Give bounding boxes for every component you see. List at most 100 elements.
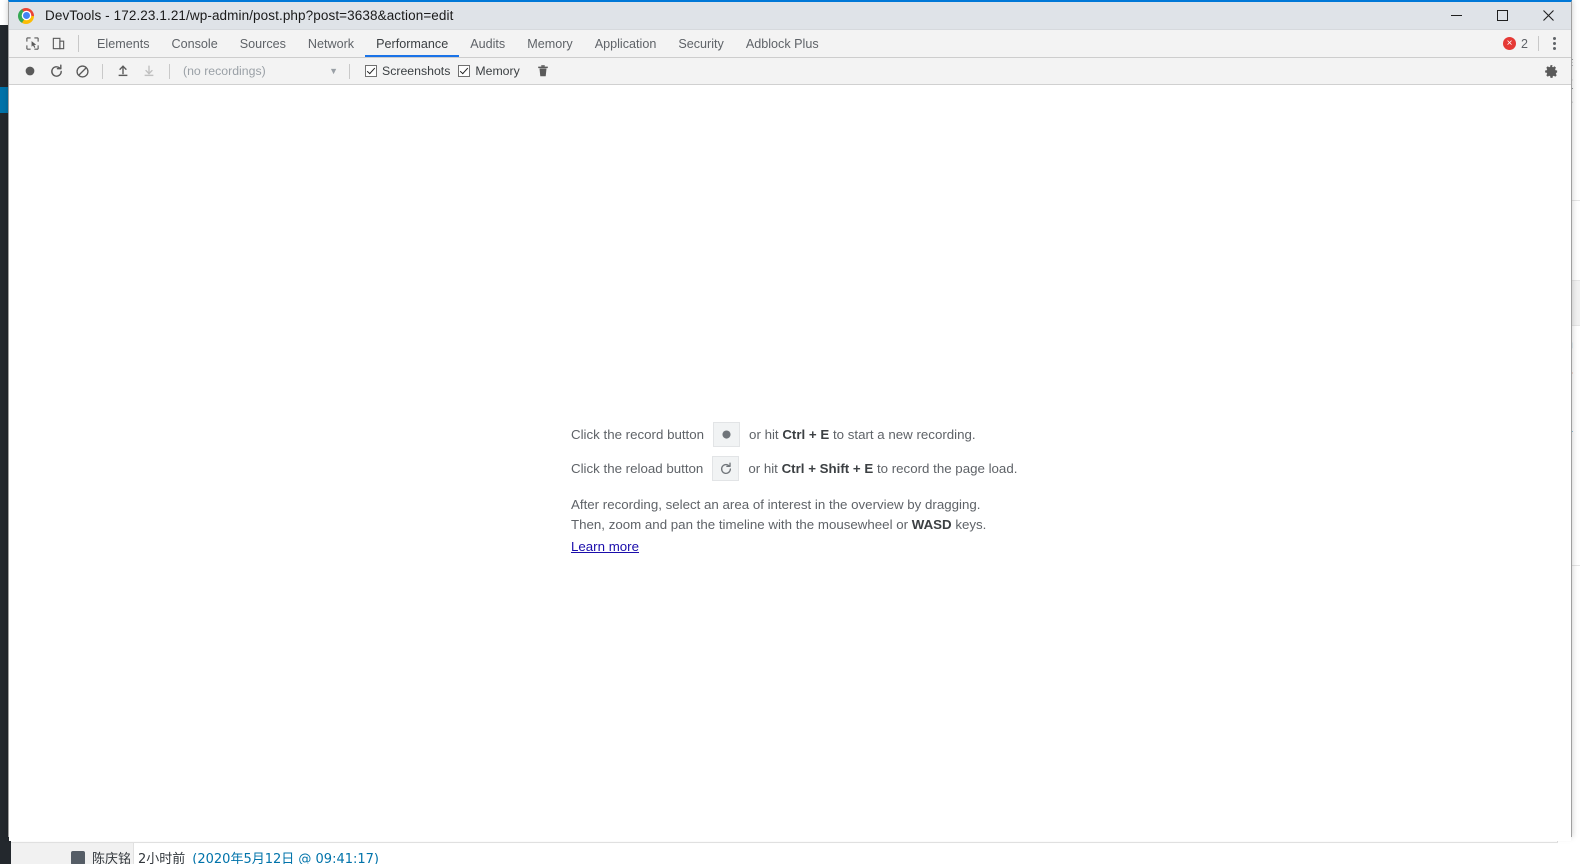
chevron-down-icon: ▼ [329, 66, 338, 76]
maximize-button[interactable] [1479, 2, 1525, 29]
tab-label: Sources [239, 36, 286, 51]
tab-label: Performance [376, 36, 449, 51]
checkbox-box [458, 65, 471, 77]
inline-record-button[interactable] [713, 422, 741, 447]
reload-instruction-suffix: to record the page load. [876, 461, 1018, 476]
minimize-button[interactable] [1433, 2, 1479, 29]
tab-console[interactable]: Console [161, 30, 229, 57]
reload-record-icon [50, 64, 62, 77]
tab-label: Security [678, 36, 724, 51]
divider [102, 63, 103, 79]
gear-icon [1544, 64, 1557, 78]
paragraph-line-2-post: keys. [955, 516, 987, 532]
error-circle-icon: × [1503, 37, 1517, 50]
dot [1552, 47, 1556, 50]
record-instruction-prefix: Click the record button [571, 427, 705, 442]
tab-label: Adblock Plus [745, 36, 819, 51]
learn-more-link[interactable]: Learn more [571, 537, 639, 557]
shortcut-key-ctrl: Ctrl [781, 461, 805, 476]
record-instruction-mid: or hit [749, 427, 779, 442]
record-circle-icon [722, 430, 731, 439]
tab-elements[interactable]: Elements [86, 30, 161, 57]
memory-label: Memory [475, 64, 520, 78]
tab-label: Audits [470, 36, 506, 51]
shortcut-key-ctrl: Ctrl [782, 427, 806, 442]
tab-network[interactable]: Network [297, 30, 365, 57]
tab-audits[interactable]: Audits [459, 30, 516, 57]
maximize-icon [1496, 10, 1508, 21]
record-instruction-row: Click the record button or hit Ctrl + E … [571, 422, 1041, 447]
shortcut-plus: + [808, 427, 817, 442]
window-title: DevTools - 172.23.1.21/wp-admin/post.php… [45, 8, 454, 23]
device-toolbar-button[interactable] [45, 30, 71, 57]
background-bottom-bar: 陈庆铭 2小时前 (2020年5月12日 @ 09:41:17) [11, 842, 1558, 864]
tab-performance[interactable]: Performance [365, 30, 460, 57]
close-button[interactable] [1525, 2, 1571, 29]
performance-landing-page: Click the record button or hit Ctrl + E … [571, 422, 1041, 557]
chrome-logo-icon [18, 7, 34, 24]
settings-button[interactable] [1538, 60, 1564, 82]
checkbox-box [365, 65, 377, 77]
devtools-window: DevTools - 172.23.1.21/wp-admin/post.php… [8, 0, 1572, 841]
shortcut-plus: + [852, 461, 861, 476]
tab-label: Memory [527, 36, 573, 51]
tab-label: Application [594, 36, 657, 51]
tab-application[interactable]: Application [584, 30, 668, 57]
reload-instruction-prefix: Click the reload button [571, 461, 704, 476]
devtools-tab-bar: Elements Console Sources Network Perform… [9, 30, 1571, 58]
record-circle-icon [25, 66, 35, 76]
tab-security[interactable]: Security [667, 30, 735, 57]
inspect-element-icon [25, 37, 39, 50]
tab-label: Elements [97, 36, 150, 51]
minimize-icon [1450, 15, 1462, 16]
shortcut-key-shift: Shift [819, 461, 850, 476]
title-bar: DevTools - 172.23.1.21/wp-admin/post.php… [9, 2, 1571, 30]
tab-sources[interactable]: Sources [229, 30, 297, 57]
shortcut-plus: + [808, 461, 816, 476]
reload-icon [720, 461, 731, 474]
paragraph-line-2-pre: Then, zoom and pan the timeline with the… [571, 516, 909, 532]
dot [1552, 42, 1556, 45]
save-profile-down-arrow-icon [144, 65, 154, 77]
record-button[interactable] [17, 60, 43, 82]
inspect-element-button[interactable] [19, 30, 45, 57]
avatar [71, 850, 85, 864]
shortcut-key-e: E [864, 461, 874, 476]
inline-reload-button[interactable] [712, 456, 740, 481]
record-instruction-suffix: to start a new recording. [832, 427, 976, 442]
load-profile-button[interactable] [110, 60, 136, 82]
shortcut-key-wasd: WASD [911, 516, 952, 532]
save-profile-button[interactable] [136, 60, 162, 82]
recordings-value: (no recordings) [183, 64, 266, 78]
memory-checkbox[interactable]: Memory [458, 64, 520, 78]
error-count-badge[interactable]: × 2 [1497, 37, 1534, 51]
dot [1552, 37, 1556, 40]
error-count: 2 [1521, 36, 1528, 51]
tab-adblock-plus[interactable]: Adblock Plus [735, 30, 830, 57]
divider [1538, 36, 1539, 51]
tab-memory[interactable]: Memory [516, 30, 583, 57]
load-profile-up-arrow-icon [118, 65, 128, 77]
screenshots-label: Screenshots [382, 64, 451, 78]
divider [78, 35, 79, 52]
device-toolbar-icon [52, 37, 64, 50]
performance-panel-body: Click the record button or hit Ctrl + E … [9, 85, 1571, 841]
screenshots-checkbox[interactable]: Screenshots [365, 64, 450, 78]
tab-bar-right-controls: × 2 [1497, 30, 1571, 57]
comment-row: 陈庆铭 2小时前 (2020年5月12日 @ 09:41:17) [71, 848, 379, 864]
reload-and-record-button[interactable] [43, 60, 69, 82]
landing-paragraph-line-1: After recording, select an area of inter… [571, 497, 981, 512]
shortcut-key-e: E [820, 427, 830, 442]
trash-icon [537, 65, 548, 77]
performance-toolbar: (no recordings) ▼ Screenshots Memory [9, 58, 1571, 85]
comment-date[interactable]: (2020年5月12日 @ 09:41:17) [192, 848, 379, 864]
recordings-dropdown[interactable]: (no recordings) ▼ [177, 61, 342, 81]
landing-paragraph-line-2: Then, zoom and pan the timeline with the… [571, 515, 1041, 535]
comment-age: 2小时前 [138, 852, 186, 864]
clear-prohibited-icon [75, 64, 89, 78]
reload-instruction-mid: or hit [748, 461, 778, 476]
kebab-menu-icon[interactable] [1543, 33, 1565, 55]
comment-author: 陈庆铭 [92, 852, 132, 864]
clear-button[interactable] [69, 60, 95, 82]
collect-garbage-button[interactable] [530, 60, 556, 82]
